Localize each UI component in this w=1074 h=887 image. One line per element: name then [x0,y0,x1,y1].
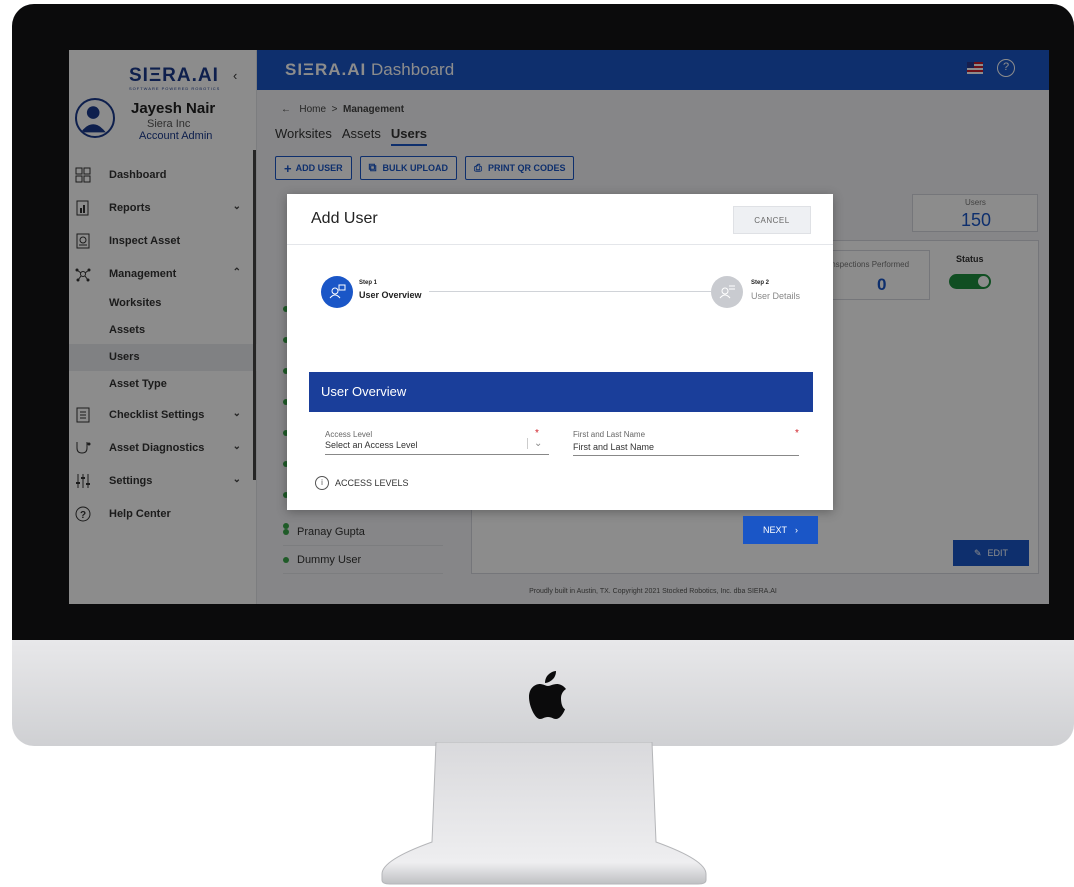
chevron-down-icon[interactable]: ⌄ [527,438,542,449]
step1-name: User Overview [359,290,422,300]
cancel-button[interactable]: CANCEL [733,206,811,234]
access-levels-link[interactable]: i ACCESS LEVELS [315,476,409,490]
access-level-underline [325,454,549,455]
step2-indicator [711,276,743,308]
screen: SIΞRA.AI SOFTWARE POWERED ROBOTICS ‹ Jay… [69,50,1049,604]
add-user-modal: Add User CANCEL Step 1 User Overview Ste… [287,194,833,544]
step1-number: Step 1 [359,280,378,286]
step2-name: User Details [751,291,801,301]
user-step-icon [329,284,346,299]
monitor-stand [381,742,707,885]
apple-logo-icon [529,671,566,719]
name-underline [573,455,799,456]
name-required: * [795,428,799,439]
next-button[interactable]: NEXT › [743,516,818,544]
access-level-select[interactable]: Select an Access Level [325,440,418,450]
name-label: First and Last Name [573,430,646,439]
step-connector [429,291,711,292]
name-field[interactable]: First and Last Name [573,442,654,452]
chevron-right-icon: › [795,525,798,535]
section-header: User Overview [309,372,813,412]
imac-frame: SIΞRA.AI SOFTWARE POWERED ROBOTICS ‹ Jay… [12,4,1074,885]
step2-number: Step 2 [751,280,770,286]
access-level-label: Access Level [325,430,373,439]
divider [287,244,833,245]
modal-title: Add User [311,210,378,227]
user-details-step-icon [719,285,735,299]
info-icon: i [315,476,329,490]
step1-indicator [321,276,353,308]
